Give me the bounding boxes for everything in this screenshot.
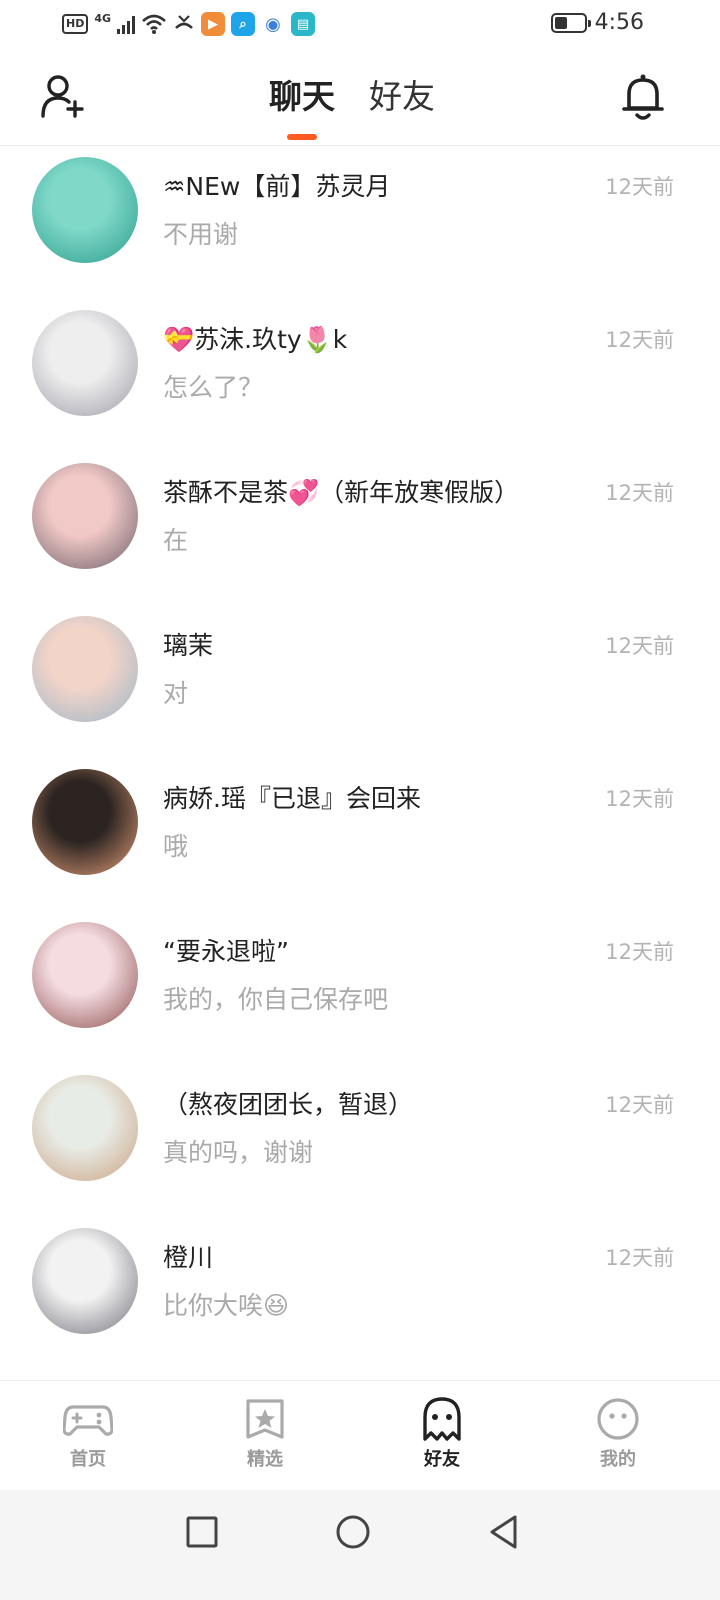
message-time: 12天前	[605, 328, 674, 352]
tab-chat-label: 聊天	[269, 77, 335, 116]
avatar[interactable]	[32, 1075, 138, 1181]
nav-home[interactable]: 首页	[38, 1397, 138, 1477]
bottom-navigation: 首页 精选 好友 我的	[0, 1380, 720, 1490]
gamepad-icon	[63, 1405, 113, 1436]
reader-app-icon: ▤	[291, 12, 316, 36]
network-type: 4G	[94, 11, 112, 25]
hd-indicator: HD	[62, 14, 89, 34]
active-tab-indicator	[287, 134, 317, 140]
bell-icon[interactable]	[620, 72, 666, 122]
message-preview: 在	[163, 526, 189, 555]
avatar[interactable]	[32, 157, 138, 263]
chat-list-item[interactable]: 橙川 12天前比你大唉😆	[0, 1218, 720, 1371]
avatar[interactable]	[32, 1228, 138, 1334]
avatar[interactable]	[32, 922, 138, 1028]
recent-apps-icon[interactable]	[182, 1512, 222, 1552]
chat-list-item[interactable]: 茶酥不是茶💞（新年放寒假版） 12天前在	[0, 453, 720, 606]
chat-list-item[interactable]: （熬夜团团长，暂退） 12天前真的吗，谢谢	[0, 1065, 720, 1218]
contact-name: 茶酥不是茶💞（新年放寒假版）	[163, 478, 520, 507]
tab-chat[interactable]: 聊天	[269, 74, 335, 140]
message-time: 12天前	[605, 175, 674, 199]
contact-name: 橙川	[163, 1243, 214, 1272]
avatar[interactable]	[32, 310, 138, 416]
wifi-icon	[142, 14, 166, 34]
contact-name: ♒NEw【前】苏灵月	[163, 172, 391, 201]
top-header: 聊天 好友	[0, 50, 720, 146]
status-bar: HD 4G ▶ ⌕ ◉ ▤ 4:56	[0, 0, 720, 50]
search-app-icon: ⌕	[231, 12, 256, 36]
contact-name: 病娇.瑶『已退』会回来	[163, 784, 421, 813]
contact-name: “要永退啦”	[163, 937, 289, 966]
browser-app-icon: ◉	[261, 12, 286, 36]
clock: 4:56	[594, 10, 644, 35]
home-icon[interactable]	[333, 1512, 373, 1552]
message-time: 12天前	[605, 481, 674, 505]
system-navigation-bar	[0, 1490, 720, 1600]
message-preview: 不用谢	[163, 220, 239, 249]
nav-featured[interactable]: 精选	[215, 1397, 315, 1477]
message-time: 12天前	[605, 1246, 674, 1270]
chat-list-item[interactable]: 璃茉 12天前对	[0, 606, 720, 759]
message-preview: 比你大唉😆	[163, 1291, 290, 1320]
contact-name: 💝苏沫.玖ty🌷k	[163, 325, 348, 354]
message-time: 12天前	[605, 787, 674, 811]
chat-list: ♒NEw【前】苏灵月 12天前 不用谢 💝苏沫.玖ty🌷k 12天前 怎么了？ 茶酥不是茶💞…	[0, 147, 720, 1371]
back-icon[interactable]	[484, 1512, 524, 1552]
avatar[interactable]	[32, 616, 138, 722]
missed-call-icon	[175, 15, 193, 29]
contact-name: 璃茉	[163, 631, 214, 660]
smiley-face-icon	[597, 1398, 639, 1440]
nav-mine-label: 我的	[600, 1449, 636, 1470]
chat-list-item[interactable]: “要永退啦” 12天前我的，你自己保存吧	[0, 912, 720, 1065]
tab-friends[interactable]: 好友	[369, 74, 435, 120]
avatar[interactable]	[32, 769, 138, 875]
signal-icon	[117, 14, 136, 34]
battery-icon	[550, 12, 591, 33]
video-app-icon: ▶	[201, 12, 226, 36]
ghost-icon	[423, 1397, 461, 1441]
nav-friends[interactable]: 好友	[392, 1397, 492, 1477]
chat-list-item[interactable]: 💝苏沫.玖ty🌷k 12天前怎么了？	[0, 300, 720, 453]
nav-home-label: 首页	[70, 1449, 106, 1470]
message-preview: 我的，你自己保存吧	[163, 985, 389, 1014]
tab-friends-label: 好友	[369, 77, 435, 116]
message-preview: 怎么了？	[163, 373, 264, 402]
message-time: 12天前	[605, 634, 674, 658]
status-left-icons: HD 4G ▶ ⌕ ◉ ▤	[62, 11, 316, 36]
chat-list-item[interactable]: 病娇.瑶『已退』会回来 12天前哦	[0, 759, 720, 912]
chat-list-item[interactable]: ♒NEw【前】苏灵月 12天前不用谢	[0, 147, 720, 300]
message-preview: 对	[163, 679, 189, 708]
status-right: 4:56	[550, 10, 644, 35]
message-preview: 哦	[163, 832, 189, 861]
contact-name: （熬夜团团长，暂退）	[163, 1090, 414, 1119]
message-time: 12天前	[605, 1093, 674, 1117]
nav-mine[interactable]: 我的	[568, 1397, 668, 1477]
star-bookmark-icon	[246, 1399, 284, 1439]
header-tabs: 聊天 好友	[0, 74, 720, 140]
nav-featured-label: 精选	[247, 1449, 283, 1470]
nav-friends-label: 好友	[424, 1449, 460, 1470]
message-time: 12天前	[605, 940, 674, 964]
message-preview: 真的吗，谢谢	[163, 1138, 314, 1167]
avatar[interactable]	[32, 463, 138, 569]
